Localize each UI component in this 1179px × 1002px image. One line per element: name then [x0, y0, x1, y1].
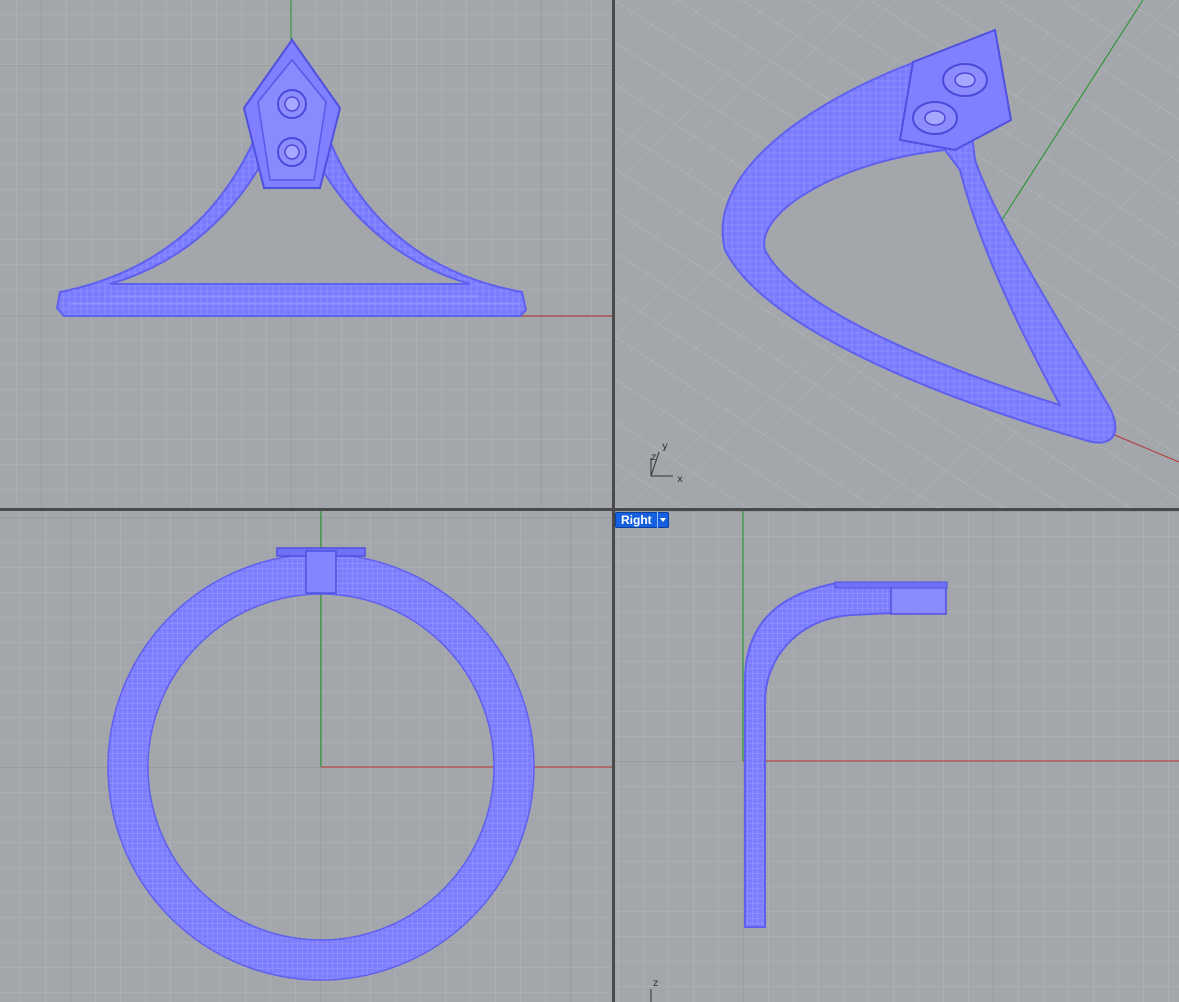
- viewport-right[interactable]: Right z: [615, 511, 1179, 1002]
- viewport-top-canvas[interactable]: [0, 0, 612, 508]
- axis-label-z: z: [651, 452, 657, 463]
- viewport-perspective[interactable]: y z x: [615, 0, 1179, 508]
- axis-label-y: y: [662, 441, 668, 452]
- rhino-viewport-layout: y z x Right z: [0, 0, 1179, 1002]
- chevron-down-icon[interactable]: [656, 512, 669, 528]
- viewport-label-right[interactable]: Right: [615, 512, 669, 528]
- viewport-label-text[interactable]: Right: [615, 512, 657, 528]
- viewport-front[interactable]: [0, 511, 612, 1002]
- viewport-front-canvas[interactable]: [0, 511, 612, 1002]
- viewport-right-canvas[interactable]: [615, 511, 1179, 1002]
- viewport-top[interactable]: [0, 0, 612, 508]
- axis-label-z: z: [653, 978, 659, 989]
- axis-label-x: x: [677, 474, 683, 485]
- viewport-perspective-canvas[interactable]: [615, 0, 1179, 508]
